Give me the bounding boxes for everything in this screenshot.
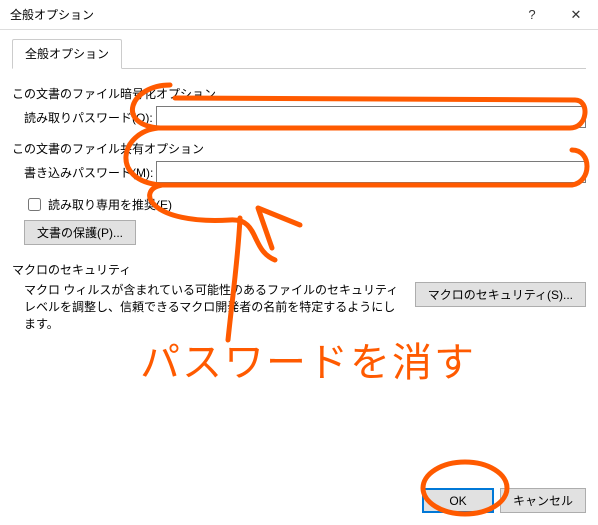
share-section-label: この文書のファイル共有オプション: [12, 140, 586, 157]
ok-button[interactable]: OK: [422, 488, 494, 513]
dialog-body: 全般オプション この文書のファイル暗号化オプション 読み取りパスワード(O): …: [0, 30, 598, 525]
tabstrip: 全般オプション: [12, 38, 586, 69]
read-password-label: 読み取りパスワード(O):: [12, 109, 156, 126]
macro-row: マクロ ウィルスが含まれている可能性のあるファイルのセキュリティ レベルを調整し…: [12, 282, 586, 332]
readonly-recommend-checkbox[interactable]: [28, 198, 41, 211]
titlebar: 全般オプション ? ✕: [0, 0, 598, 30]
macro-desc-text: マクロ ウィルスが含まれている可能性のあるファイルのセキュリティ レベルを調整し…: [12, 282, 405, 332]
tab-general-options[interactable]: 全般オプション: [12, 39, 122, 69]
readonly-recommend-label: 読み取り専用を推奨(E): [48, 196, 172, 213]
encrypt-section-label: この文書のファイル暗号化オプション: [12, 85, 586, 102]
help-icon: ?: [528, 7, 535, 22]
readonly-recommend-row: 読み取り専用を推奨(E): [12, 195, 586, 214]
cancel-button[interactable]: キャンセル: [500, 488, 586, 513]
macro-section-label: マクロのセキュリティ: [12, 261, 586, 278]
read-password-input[interactable]: [156, 106, 586, 128]
protect-document-button[interactable]: 文書の保護(P)...: [24, 220, 136, 245]
close-icon: ✕: [571, 7, 582, 23]
write-password-row: 書き込みパスワード(M):: [12, 161, 586, 183]
write-password-label: 書き込みパスワード(M):: [12, 164, 156, 181]
macro-security-button[interactable]: マクロのセキュリティ(S)...: [415, 282, 586, 307]
window-title: 全般オプション: [10, 6, 510, 23]
protect-row: 文書の保護(P)...: [12, 220, 586, 245]
annotation-text: パスワードを消す: [140, 330, 476, 388]
help-button[interactable]: ?: [510, 0, 554, 30]
dialog-footer: OK キャンセル: [12, 480, 586, 513]
write-password-input[interactable]: [156, 161, 586, 183]
close-button[interactable]: ✕: [554, 0, 598, 30]
read-password-row: 読み取りパスワード(O):: [12, 106, 586, 128]
